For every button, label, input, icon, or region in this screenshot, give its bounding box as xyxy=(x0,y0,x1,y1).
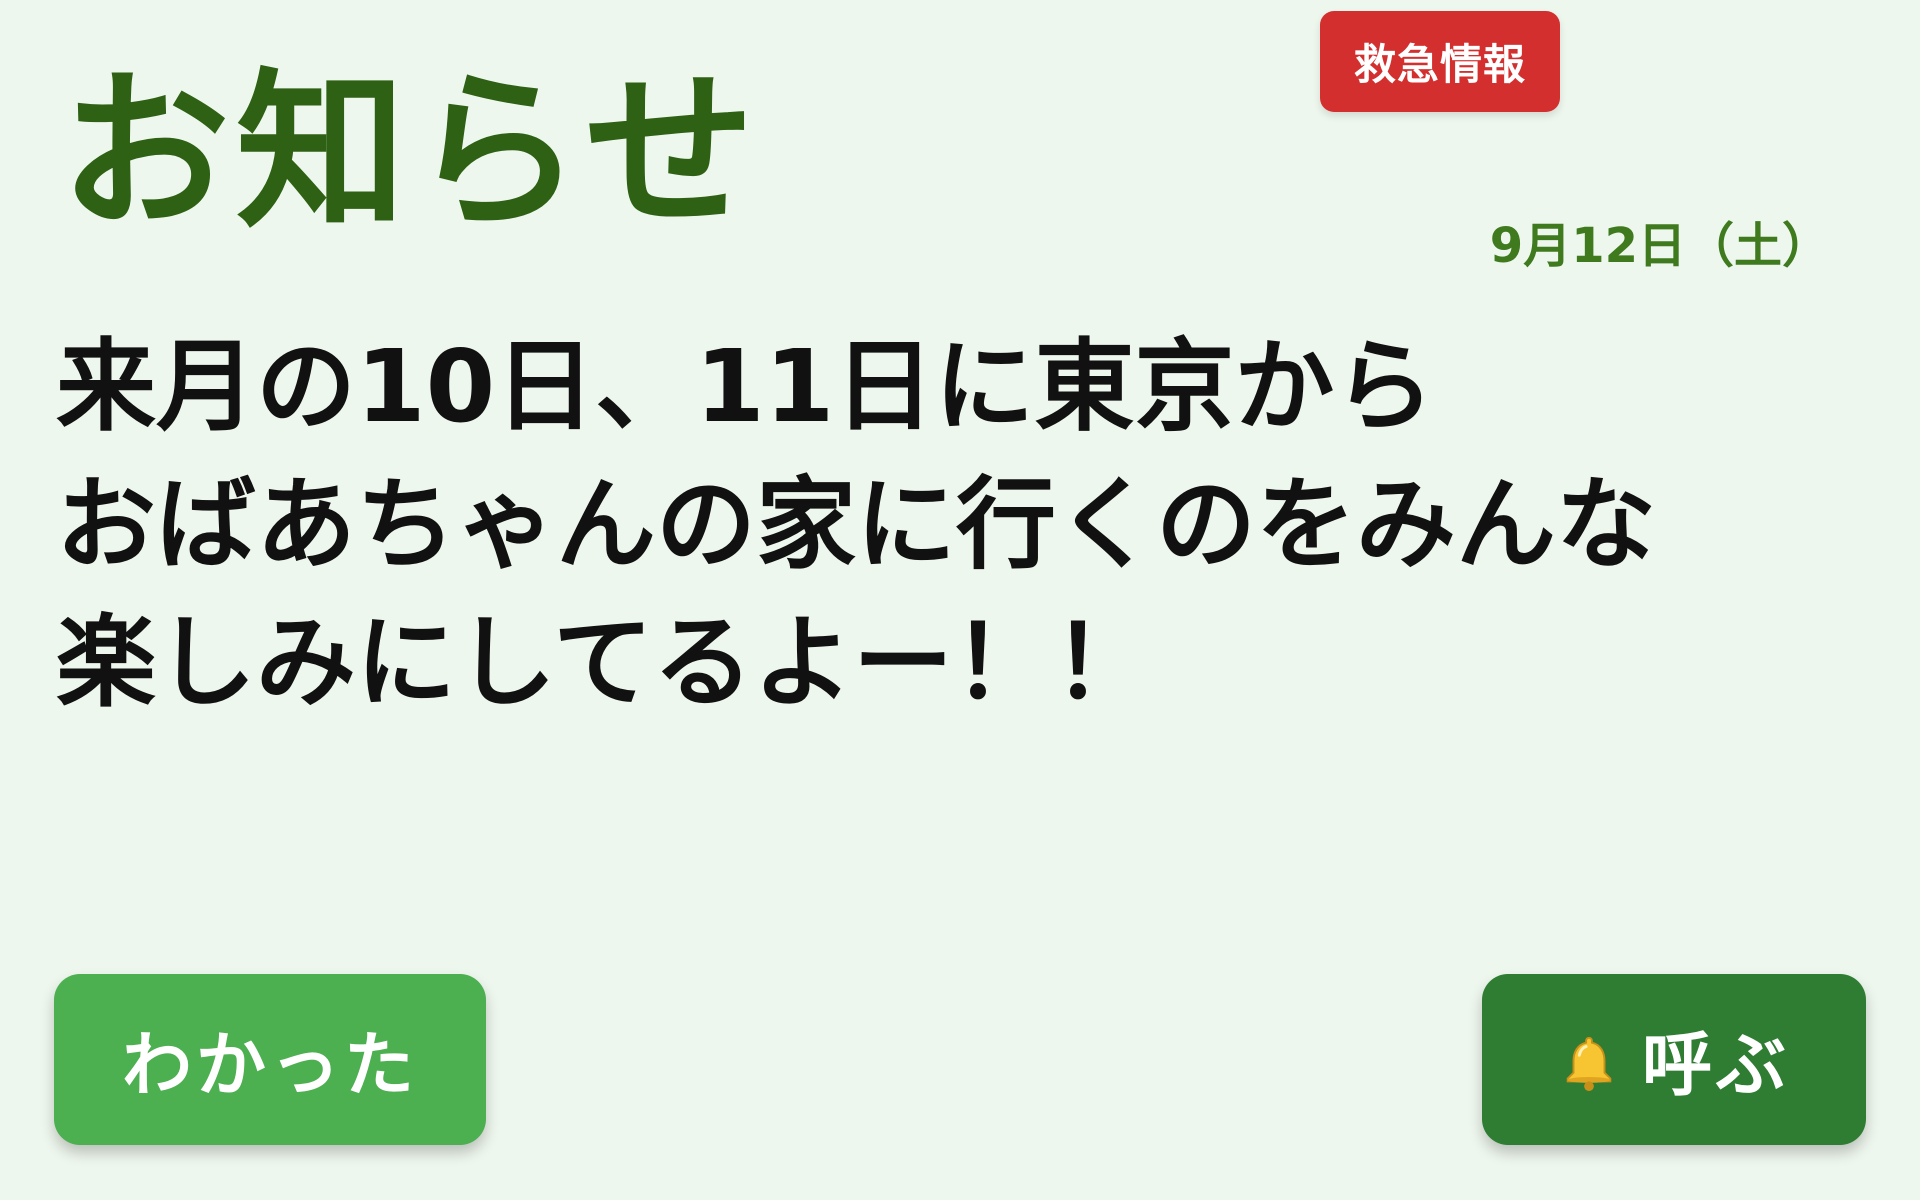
emergency-info-label: 救急情報 xyxy=(1353,40,1526,89)
message-body: 来月の10日、11日に東京から おばあちゃんの家に行くのをみんな 楽しみにしてる… xyxy=(56,328,1656,721)
bell-icon xyxy=(1558,1029,1620,1091)
emergency-info-button[interactable]: 救急情報 xyxy=(1320,11,1560,112)
call-button[interactable]: 呼ぶ xyxy=(1482,974,1866,1145)
acknowledge-label: わかった xyxy=(122,1024,418,1106)
call-label: 呼ぶ xyxy=(1642,1024,1790,1106)
date-label: 9月12日（土） xyxy=(1489,218,1830,274)
page-title: お知らせ xyxy=(60,54,761,252)
acknowledge-button[interactable]: わかった xyxy=(54,974,486,1145)
